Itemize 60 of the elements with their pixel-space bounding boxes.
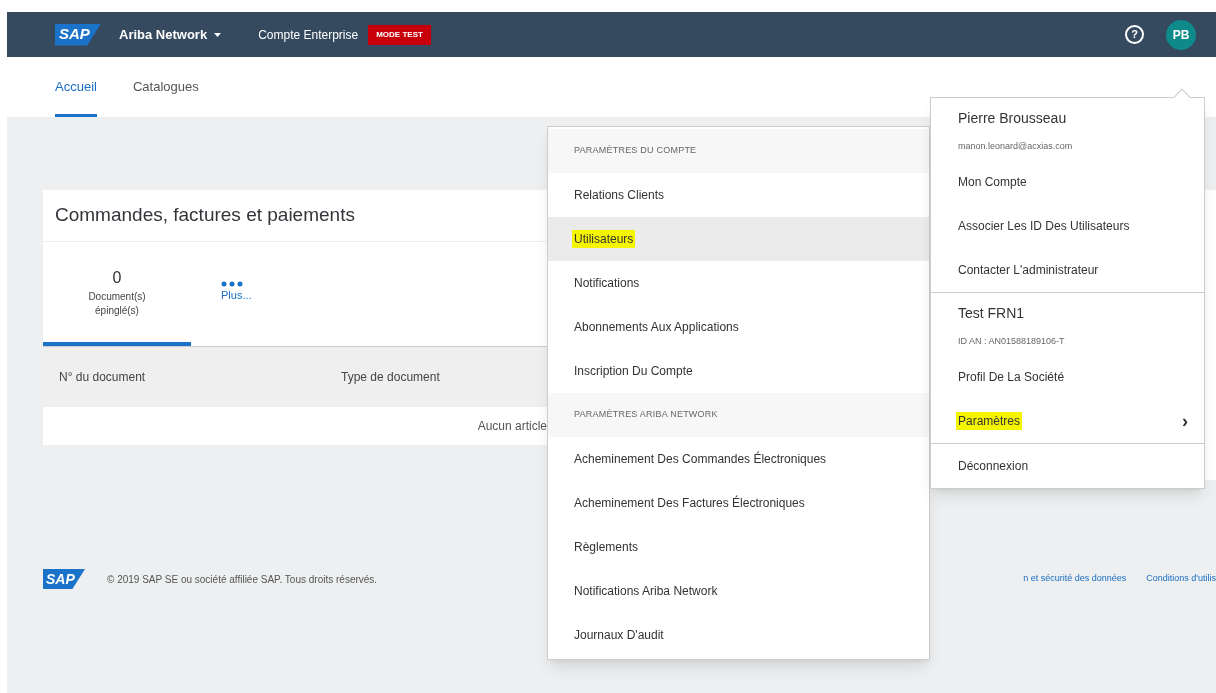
menu-item[interactable]: Journaux D'audit — [548, 613, 929, 657]
item-label: Paramètres — [956, 412, 1023, 430]
item-label: Notifications — [573, 275, 641, 292]
item-label: Profil De La Société — [957, 369, 1066, 386]
menu-item[interactable]: Inscription Du Compte — [548, 349, 929, 393]
menu-item[interactable]: Notifications — [548, 261, 929, 305]
profile-detail: ID AN : AN01588189106-T — [958, 336, 1065, 346]
menu-item[interactable]: Acheminement Des Commandes Électroniques — [548, 437, 929, 481]
item-label: Abonnements Aux Applications — [573, 319, 740, 336]
profile-name: Pierre Brousseau — [958, 110, 1067, 126]
menu-item[interactable]: Profil De La Société — [931, 355, 1204, 399]
profile-detail: manon.leonard@acxias.com — [958, 141, 1073, 151]
copyright-text: © 2019 SAP SE ou société affiliée SAP. Tous droits réservés. — [107, 572, 378, 587]
item-label: Journaux D'audit — [573, 627, 665, 644]
tab[interactable]: Catalogues — [132, 57, 199, 117]
caret-icon — [213, 31, 223, 38]
item-label: Notifications Ariba Network — [573, 583, 719, 600]
item-label: Règlements — [573, 539, 640, 556]
menu-item[interactable]: Contacter L'administrateur — [931, 248, 1204, 292]
item-label: Contacter L'administrateur — [957, 262, 1100, 279]
item-label: Acheminement Des Commandes Électroniques — [573, 450, 828, 468]
footer-link[interactable]: n et sécurité des données — [1023, 572, 1127, 586]
menu-item[interactable]: Associer Les ID Des Utilisateurs — [931, 204, 1204, 248]
card-title: Commandes, factures et paiements — [55, 203, 355, 228]
item-label: Déconnexion — [957, 458, 1030, 475]
menu-item[interactable]: Déconnexion — [931, 444, 1204, 488]
menu-item[interactable]: Utilisateurs — [548, 217, 929, 261]
menu-item[interactable]: Relations Clients — [548, 173, 929, 217]
menu-item[interactable]: Paramètres › — [931, 399, 1204, 443]
menu-item[interactable]: Règlements — [548, 525, 929, 569]
more-icon — [221, 280, 243, 287]
count-value: 0 — [112, 268, 122, 289]
empty-message: Aucun article — [477, 418, 547, 436]
menu-item[interactable]: Abonnements Aux Applications — [548, 305, 929, 349]
section-header: PARAMÈTRES DU COMPTE — [574, 144, 697, 158]
sap-logo[interactable]: SAP — [43, 569, 85, 589]
profile-name: Test FRN1 — [958, 305, 1025, 321]
item-label: Inscription Du Compte — [573, 363, 694, 380]
account-type: Compte Enterprise — [258, 26, 359, 44]
item-label: Associer Les ID Des Utilisateurs — [957, 218, 1131, 235]
footer-link[interactable]: Conditions d'utilis — [1146, 572, 1216, 586]
menu-item[interactable]: Notifications Ariba Network — [548, 569, 929, 613]
menu-item[interactable]: Mon Compte — [931, 160, 1204, 204]
menu-item[interactable]: Acheminement Des Factures Électroniques — [548, 481, 929, 525]
avatar-button[interactable]: PB — [1166, 19, 1196, 50]
mode-badge: MODE TEST — [368, 24, 431, 45]
tile-label: Document(s) épinglé(s) — [87, 290, 147, 319]
item-label: Acheminement Des Factures Électroniques — [573, 494, 806, 512]
help-button[interactable]: ? — [1125, 25, 1144, 44]
sap-logo[interactable]: SAP — [55, 23, 101, 46]
product-menu-button[interactable]: Ariba Network — [119, 24, 223, 45]
more-label: Plus... — [221, 287, 252, 303]
item-label: Utilisateurs — [572, 230, 636, 248]
chevron-icon: › — [1182, 407, 1188, 435]
item-label: Mon Compte — [957, 174, 1028, 191]
section-header: PARAMÈTRES ARIBA NETWORK — [574, 408, 718, 422]
column-header: N° du document — [59, 369, 147, 387]
column-header: Type de document — [341, 369, 440, 387]
item-label: Relations Clients — [573, 187, 666, 204]
summary-tile[interactable]: Plus... — [191, 241, 339, 347]
